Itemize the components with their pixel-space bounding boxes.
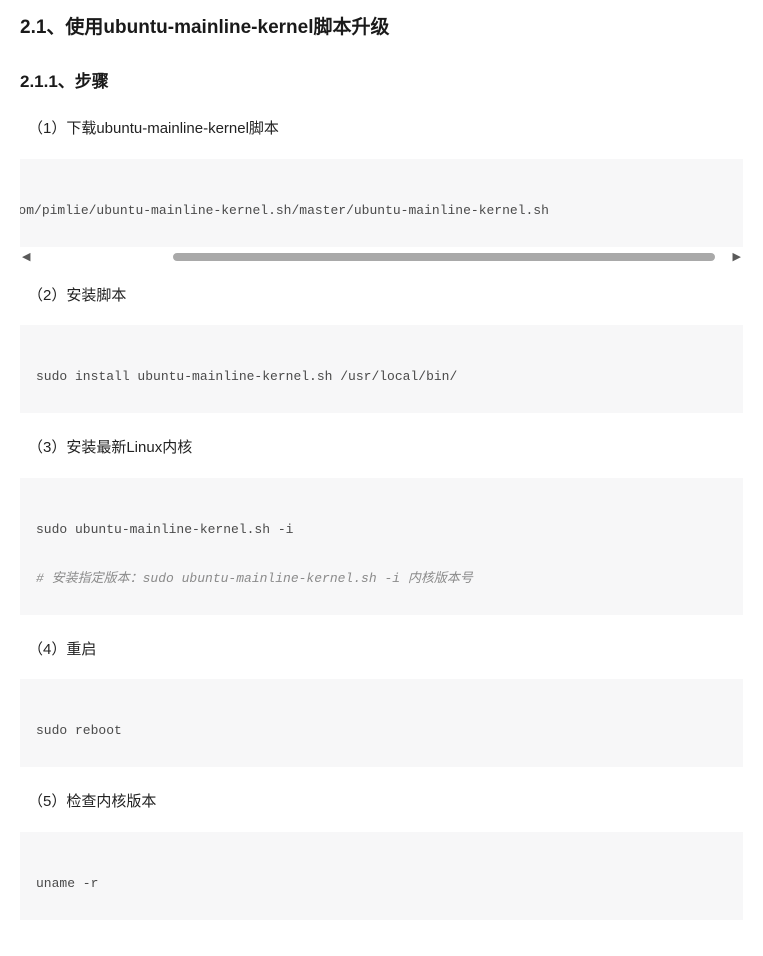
- horizontal-scrollbar[interactable]: ◀ ▶: [20, 251, 743, 263]
- scroll-track[interactable]: [34, 253, 728, 261]
- code-block-2[interactable]: sudo install ubuntu-mainline-kernel.sh /…: [20, 325, 743, 413]
- step-1-label: （1）下载ubuntu-mainline-kernel脚本: [28, 118, 743, 141]
- code-line: sudo reboot: [36, 723, 727, 738]
- code-line: uname -r: [36, 876, 727, 891]
- code-comment: # 安装指定版本：sudo ubuntu-mainline-kernel.sh …: [36, 567, 727, 586]
- scroll-left-icon[interactable]: ◀: [20, 250, 32, 263]
- step-2-label: （2）安装脚本: [28, 285, 743, 308]
- scroll-thumb[interactable]: [173, 253, 714, 261]
- section-title: 2.1、使用ubuntu-mainline-kernel脚本升级: [20, 12, 743, 39]
- code-line: sudo install ubuntu-mainline-kernel.sh /…: [36, 369, 727, 384]
- code-block-4[interactable]: sudo reboot: [20, 679, 743, 767]
- code-block-3[interactable]: sudo ubuntu-mainline-kernel.sh -i # 安装指定…: [20, 478, 743, 615]
- scroll-right-icon[interactable]: ▶: [731, 250, 743, 263]
- step-5-label: （5）检查内核版本: [28, 791, 743, 814]
- code-block-1[interactable]: ithubusercontent.com/pimlie/ubuntu-mainl…: [20, 159, 743, 247]
- step-3-label: （3）安装最新Linux内核: [28, 437, 743, 460]
- code-line: ithubusercontent.com/pimlie/ubuntu-mainl…: [20, 203, 569, 218]
- code-line: sudo ubuntu-mainline-kernel.sh -i: [36, 522, 727, 537]
- subsection-title: 2.1.1、步骤: [20, 67, 743, 92]
- step-4-label: （4）重启: [28, 639, 743, 662]
- code-block-5[interactable]: uname -r: [20, 832, 743, 920]
